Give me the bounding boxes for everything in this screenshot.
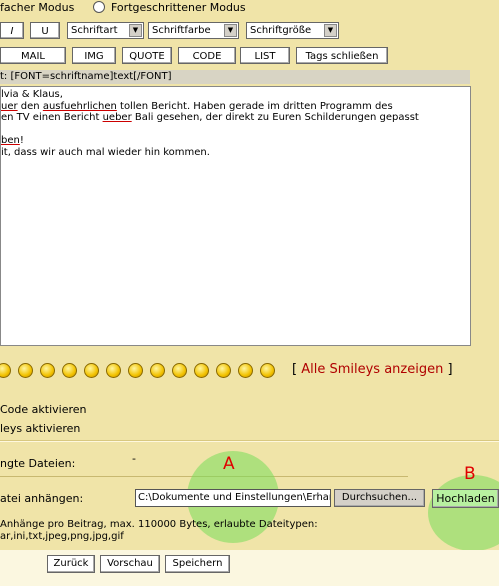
advanced-mode-radio[interactable] xyxy=(93,1,105,13)
annotation-b: B xyxy=(464,464,476,484)
back-button[interactable]: Zurück xyxy=(47,555,95,573)
list-button[interactable]: LIST xyxy=(240,47,290,64)
size-select[interactable]: Schriftgröße ▼ xyxy=(246,22,339,39)
italic-button[interactable]: I xyxy=(0,22,24,39)
grin-smiley-icon[interactable] xyxy=(0,363,11,378)
file-path-input[interactable]: C:\Dokumente und Einstellungen\Erhard xyxy=(135,489,331,507)
img-button[interactable]: IMG xyxy=(72,47,116,64)
message-textarea[interactable]: lvia & Klaus, uer den ausfuehrlichen tol… xyxy=(0,86,471,346)
underline-button[interactable]: U xyxy=(30,22,60,39)
message-text: Bali gesehen, der direkt zu Euren Schild… xyxy=(131,112,419,123)
misspelled-word: ueber xyxy=(102,112,132,123)
bracket-open: [ xyxy=(292,362,302,377)
font-select[interactable]: Schriftart ▼ xyxy=(67,22,144,39)
eek-smiley-icon[interactable] xyxy=(106,363,121,378)
misspelled-word: ausfuehrlichen xyxy=(42,100,117,112)
size-select-label: Schriftgröße xyxy=(250,25,312,36)
message-text: den xyxy=(17,100,43,112)
browse-button[interactable]: Durchsuchen... xyxy=(334,489,425,507)
confused-smiley-icon[interactable] xyxy=(172,363,187,378)
save-button[interactable]: Speichern xyxy=(165,555,230,573)
code-button[interactable]: CODE xyxy=(178,47,236,64)
highlight-b xyxy=(428,475,499,551)
color-select[interactable]: Schriftfarbe ▼ xyxy=(148,22,239,39)
smilies-option[interactable]: leys aktivieren xyxy=(0,422,80,435)
message-line: it, dass wir auch mal wieder hin kommen. xyxy=(1,146,210,158)
tongue-smiley-icon[interactable] xyxy=(216,363,231,378)
message-text: tollen Bericht. Haben gerade im dritten … xyxy=(116,100,393,112)
angry-smiley-icon[interactable] xyxy=(84,363,99,378)
sad-smiley-icon[interactable] xyxy=(62,363,77,378)
bbcode-option[interactable]: Code aktivieren xyxy=(0,403,87,416)
close-tags-button[interactable]: Tags schließen xyxy=(296,47,388,64)
font-select-label: Schriftart xyxy=(71,25,118,36)
upload-button[interactable]: Hochladen xyxy=(432,489,499,508)
cool-smiley-icon[interactable] xyxy=(150,363,165,378)
message-text: en TV einen Bericht xyxy=(1,112,103,123)
divider xyxy=(0,440,499,442)
help-line: t: [FONT=schriftname]text[/FONT] xyxy=(0,70,470,84)
all-smileys-link-text[interactable]: Alle Smileys anzeigen xyxy=(301,362,443,377)
attached-files-label: ngte Dateien: xyxy=(0,457,76,470)
chevron-down-icon: ▼ xyxy=(224,24,237,37)
misspelled-word: uer xyxy=(1,100,18,112)
annotation-a: A xyxy=(223,454,235,474)
advanced-mode-label[interactable]: Fortgeschrittener Modus xyxy=(111,1,246,14)
preview-button[interactable]: Vorschau xyxy=(100,555,160,573)
chevron-down-icon: ▼ xyxy=(324,24,337,37)
attach-file-label: atei anhängen: xyxy=(0,492,84,505)
attachment-info: Anhänge pro Beitrag, max. 110000 Bytes, … xyxy=(0,519,318,530)
all-smileys-link[interactable]: [ Alle Smileys anzeigen ] xyxy=(292,362,453,377)
mode-row: facher Modus Fortgeschrittener Modus xyxy=(0,0,499,16)
roll-smiley-icon[interactable] xyxy=(128,363,143,378)
mail-button[interactable]: MAIL xyxy=(0,47,66,64)
quote-button[interactable]: QUOTE xyxy=(122,47,172,64)
simple-mode-label[interactable]: facher Modus xyxy=(0,1,74,14)
misspelled-word: ben xyxy=(1,135,20,146)
message-text: ! xyxy=(19,135,24,146)
laugh-smiley-icon[interactable] xyxy=(260,363,275,378)
smile-smiley-icon[interactable] xyxy=(18,363,33,378)
color-select-label: Schriftfarbe xyxy=(152,25,211,36)
attached-files-value: - xyxy=(132,452,136,465)
message-line: lvia & Klaus, xyxy=(1,89,63,100)
frown-smiley-icon[interactable] xyxy=(194,363,209,378)
chevron-down-icon: ▼ xyxy=(129,24,142,37)
allowed-file-types: ar,ini,txt,jpeg,png,jpg,gif xyxy=(0,531,124,542)
crazy-smiley-icon[interactable] xyxy=(238,363,253,378)
bracket-close: ] xyxy=(443,362,453,377)
wink-smiley-icon[interactable] xyxy=(40,363,55,378)
